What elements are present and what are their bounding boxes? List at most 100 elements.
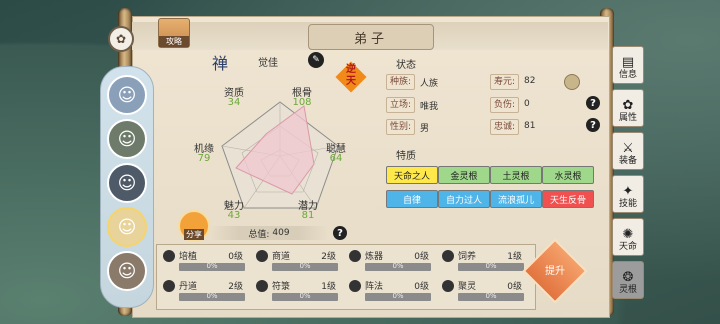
skill-icon bbox=[349, 250, 361, 262]
skill-icon bbox=[256, 280, 268, 292]
loyalty-help-icon[interactable]: ? bbox=[586, 118, 600, 132]
trait-badge[interactable]: 金灵根 bbox=[438, 166, 490, 184]
skill-level: 2级 bbox=[228, 282, 243, 292]
skill-item[interactable]: 培植 0级 0% bbox=[161, 249, 249, 277]
skill-icon bbox=[256, 250, 268, 262]
stat-value-root-bone: 108 bbox=[292, 97, 312, 108]
close-button[interactable]: ✿ bbox=[108, 26, 134, 52]
skill-icon bbox=[163, 280, 175, 292]
skill-progress-text: 0% bbox=[392, 292, 404, 300]
trait-badge[interactable]: 天生反骨 bbox=[542, 190, 594, 208]
stat-value-charm: 43 bbox=[227, 210, 241, 221]
skill-icon bbox=[442, 280, 454, 292]
skill-progress-text: 0% bbox=[299, 262, 311, 270]
skill-level: 0级 bbox=[414, 282, 429, 292]
tab-label: 属性 bbox=[618, 113, 637, 123]
traits-section-title: 特质 bbox=[396, 151, 416, 162]
disciple-avatar[interactable]: ☺ bbox=[107, 251, 147, 291]
tab-3[interactable]: ⚔ 装备 bbox=[612, 132, 644, 170]
race-label: 种族: bbox=[386, 74, 416, 90]
stance-value: 唯我 bbox=[420, 102, 439, 112]
injury-help-icon[interactable]: ? bbox=[586, 96, 600, 110]
skill-level: 1级 bbox=[321, 282, 336, 292]
skill-name: 商道 bbox=[272, 252, 291, 262]
tab-2[interactable]: ✿ 属性 bbox=[612, 89, 644, 127]
trait-badge[interactable]: 自力过人 bbox=[438, 190, 490, 208]
edit-name-icon[interactable]: ✎ bbox=[308, 52, 324, 68]
trait-badge[interactable]: 土灵根 bbox=[490, 166, 542, 184]
skill-progress-text: 0% bbox=[299, 292, 311, 300]
skill-item[interactable]: 炼器 0级 0% bbox=[347, 249, 435, 277]
skill-name: 丹道 bbox=[179, 282, 198, 292]
skill-icon bbox=[442, 250, 454, 262]
total-value: 409 bbox=[272, 228, 290, 238]
skill-level: 0级 bbox=[414, 252, 429, 262]
guide-label: 攻略 bbox=[159, 36, 189, 47]
tab-icon: ✺ bbox=[622, 227, 634, 242]
skill-icon bbox=[163, 250, 175, 262]
race-value: 人族 bbox=[420, 79, 439, 89]
injury-value: 0 bbox=[524, 99, 530, 109]
lifespan-label: 寿元: bbox=[490, 74, 520, 90]
skill-name: 炼器 bbox=[365, 252, 384, 262]
tab-label: 信息 bbox=[618, 70, 637, 80]
gender-value: 男 bbox=[420, 124, 430, 134]
skills-panel: 培植 0级 0% 商道 2级 0% 炼器 0级 0% 饲养 1级 0% 丹道 2级 0% 符箓 1级 0% 阵法 0级… bbox=[156, 244, 536, 310]
trait-badge[interactable]: 天命之人 bbox=[386, 166, 438, 184]
guide-button[interactable]: 攻略 bbox=[158, 18, 190, 48]
skill-name: 阵法 bbox=[365, 282, 384, 292]
stat-value-aptitude: 34 bbox=[227, 97, 241, 108]
tab-icon: ❂ bbox=[622, 270, 634, 285]
rank-badge: 禅 bbox=[212, 54, 229, 73]
disciple-name: 觉佳 bbox=[258, 58, 278, 69]
tab-icon: ▤ bbox=[621, 55, 635, 70]
tab-5[interactable]: ✺ 天命 bbox=[612, 218, 644, 256]
disciple-avatar-selected[interactable]: ☺ bbox=[107, 207, 147, 247]
lifespan-icon[interactable] bbox=[564, 74, 580, 90]
disciple-avatar[interactable]: ☺ bbox=[107, 119, 147, 159]
skill-progress-text: 0% bbox=[485, 292, 497, 300]
upgrade-label: 提升 bbox=[545, 266, 565, 277]
skill-item[interactable]: 阵法 0级 0% bbox=[347, 279, 435, 307]
skill-name: 聚灵 bbox=[458, 282, 477, 292]
tab-label: 技能 bbox=[618, 199, 637, 209]
trait-badge[interactable]: 自律 bbox=[386, 190, 438, 208]
status-section-title: 状态 bbox=[396, 60, 416, 71]
total-help-icon[interactable]: ? bbox=[333, 226, 347, 240]
skill-level: 0级 bbox=[228, 252, 243, 262]
total-value-bar: 总值: 409 bbox=[210, 226, 328, 240]
skill-item[interactable]: 丹道 2级 0% bbox=[161, 279, 249, 307]
stat-value-fortune: 79 bbox=[197, 153, 211, 164]
tab-icon: ⚔ bbox=[622, 141, 634, 156]
trait-badge[interactable]: 水灵根 bbox=[542, 166, 594, 184]
skill-item[interactable]: 商道 2级 0% bbox=[254, 249, 342, 277]
tab-4[interactable]: ✦ 技能 bbox=[612, 175, 644, 213]
tab-label: 装备 bbox=[618, 156, 637, 166]
skill-item[interactable]: 聚灵 0级 0% bbox=[440, 279, 528, 307]
share-button[interactable]: 分享 bbox=[178, 210, 210, 242]
skill-level: 2级 bbox=[321, 252, 336, 262]
disciple-avatar[interactable]: ☺ bbox=[107, 75, 147, 115]
page-title: 弟子 bbox=[308, 24, 434, 50]
loyalty-value: 81 bbox=[524, 121, 536, 131]
injury-label: 负伤: bbox=[490, 97, 520, 113]
tab-1[interactable]: ▤ 信息 bbox=[612, 46, 644, 84]
disciple-list: ☺ ☺ ☺ ☺ ☺ bbox=[100, 66, 154, 308]
skill-progress-text: 0% bbox=[206, 262, 218, 270]
skill-item[interactable]: 符箓 1级 0% bbox=[254, 279, 342, 307]
trait-badge[interactable]: 流浪孤儿 bbox=[490, 190, 542, 208]
tab-label: 灵根 bbox=[618, 285, 637, 295]
skill-name: 符箓 bbox=[272, 282, 291, 292]
tab-6[interactable]: ❂ 灵根 bbox=[612, 261, 644, 299]
stat-value-intelligence: 64 bbox=[329, 153, 343, 164]
skill-level: 0级 bbox=[507, 282, 522, 292]
skill-item[interactable]: 饲养 1级 0% bbox=[440, 249, 528, 277]
gender-label: 性别: bbox=[386, 119, 416, 135]
share-label: 分享 bbox=[184, 229, 204, 240]
skill-progress-text: 0% bbox=[392, 262, 404, 270]
skill-progress-text: 0% bbox=[206, 292, 218, 300]
close-icon: ✿ bbox=[115, 32, 127, 46]
disciple-avatar[interactable]: ☺ bbox=[107, 163, 147, 203]
loyalty-label: 忠诚: bbox=[490, 119, 520, 135]
lifespan-value: 82 bbox=[524, 76, 536, 86]
